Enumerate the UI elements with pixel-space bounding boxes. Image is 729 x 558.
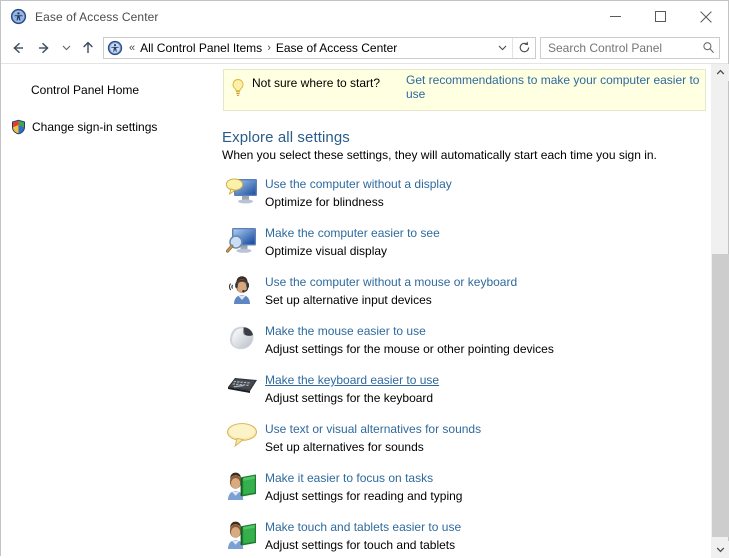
list-item[interactable]: Use the computer without a mouse or keyb… — [219, 272, 710, 321]
banner-recommendation-link[interactable]: Get recommendations to make your compute… — [406, 73, 710, 101]
list-item-title[interactable]: Make the computer easier to see — [265, 225, 440, 241]
window-controls — [593, 1, 728, 32]
address-bar[interactable]: « All Control Panel Items › Ease of Acce… — [103, 37, 536, 59]
sidebar-item-change-sign-in-settings[interactable]: Change sign-in settings — [1, 116, 219, 138]
window-title: Ease of Access Center — [35, 10, 159, 24]
list-item[interactable]: Make the keyboard easier to use Adjust s… — [219, 370, 710, 419]
person-headset-icon — [219, 272, 265, 306]
recommendation-banner: Not sure where to start? Get recommendat… — [223, 69, 706, 111]
keyboard-icon — [219, 370, 265, 398]
scrollbar-thumb[interactable] — [712, 254, 729, 537]
list-item-subtitle: Set up alternatives for sounds — [265, 439, 481, 456]
search-input[interactable] — [541, 41, 697, 55]
navigation-bar: « All Control Panel Items › Ease of Acce… — [1, 32, 728, 63]
monitor-magnifier-icon — [219, 223, 265, 257]
list-item[interactable]: Make the mouse easier to use Adjust sett… — [219, 321, 710, 370]
list-item-title[interactable]: Make the mouse easier to use — [265, 323, 426, 339]
page-title: Explore all settings — [222, 129, 710, 146]
title-bar: Ease of Access Center — [1, 1, 728, 32]
list-item-subtitle: Set up alternative input devices — [265, 292, 517, 309]
scroll-up-button[interactable] — [712, 64, 729, 81]
breadcrumb-ease-of-access-center[interactable]: Ease of Access Center — [273, 38, 400, 58]
list-item-subtitle: Optimize visual display — [265, 243, 440, 260]
speech-bubble-icon — [219, 419, 265, 449]
breadcrumb-overflow[interactable]: « — [127, 42, 137, 54]
monitor-speech-icon — [219, 174, 265, 208]
breadcrumb-separator: › — [265, 42, 273, 54]
banner-prompt: Not sure where to start? — [252, 72, 380, 90]
sidebar-item-label[interactable]: Change sign-in settings — [32, 120, 157, 134]
person-book-icon — [219, 517, 265, 551]
uac-shield-icon — [11, 119, 26, 135]
list-item-title[interactable]: Use the computer without a display — [265, 176, 452, 192]
list-item-title[interactable]: Make it easier to focus on tasks — [265, 470, 433, 486]
list-item-title[interactable]: Make touch and tablets easier to use — [265, 519, 461, 535]
list-item[interactable]: Make touch and tablets easier to use Adj… — [219, 517, 710, 557]
list-item-subtitle: Optimize for blindness — [265, 194, 452, 211]
ease-of-access-icon — [10, 8, 27, 25]
close-button[interactable] — [683, 1, 728, 32]
main-panel: Not sure where to start? Get recommendat… — [219, 64, 710, 557]
list-item-subtitle: Adjust settings for the mouse or other p… — [265, 341, 554, 358]
explorer-window: Ease of Access Center — [0, 0, 729, 556]
list-item-subtitle: Adjust settings for the keyboard — [265, 390, 439, 407]
scrollbar-track[interactable] — [712, 81, 729, 541]
chevron-down-icon[interactable] — [492, 38, 512, 58]
list-item-subtitle: Adjust settings for touch and tablets — [265, 537, 461, 554]
mouse-icon — [219, 321, 265, 353]
list-item-title[interactable]: Use text or visual alternatives for soun… — [265, 421, 481, 437]
person-book-icon — [219, 468, 265, 502]
list-item[interactable]: Make the computer easier to see Optimize… — [219, 223, 710, 272]
refresh-icon[interactable] — [512, 38, 535, 58]
search-icon[interactable] — [697, 41, 719, 54]
settings-list: Use the computer without a display Optim… — [219, 174, 710, 557]
maximize-button[interactable] — [638, 1, 683, 32]
sidebar-item-label[interactable]: Control Panel Home — [31, 83, 139, 97]
lightbulb-icon — [230, 78, 246, 98]
recent-locations-button[interactable] — [57, 35, 75, 61]
page-subtitle: When you select these settings, they wil… — [222, 148, 710, 162]
forward-button[interactable] — [31, 35, 57, 61]
content-area: Control Panel Home Change sign-in settin… — [1, 63, 728, 557]
search-box[interactable] — [540, 37, 720, 59]
list-item-subtitle: Adjust settings for reading and typing — [265, 488, 462, 505]
sidebar: Control Panel Home Change sign-in settin… — [1, 64, 219, 557]
back-button[interactable] — [5, 35, 31, 61]
minimize-button[interactable] — [593, 1, 638, 32]
list-item-title[interactable]: Make the keyboard easier to use — [265, 372, 439, 388]
sidebar-item-control-panel-home[interactable]: Control Panel Home — [1, 79, 219, 101]
list-item[interactable]: Make it easier to focus on tasks Adjust … — [219, 468, 710, 517]
list-item[interactable]: Use the computer without a display Optim… — [219, 174, 710, 223]
list-item-title[interactable]: Use the computer without a mouse or keyb… — [265, 274, 517, 290]
list-item[interactable]: Use text or visual alternatives for soun… — [219, 419, 710, 468]
up-button[interactable] — [75, 35, 101, 61]
address-ease-of-access-icon — [107, 40, 123, 56]
scroll-down-button[interactable] — [712, 541, 729, 558]
breadcrumb-all-control-panel-items[interactable]: All Control Panel Items — [137, 38, 265, 58]
vertical-scrollbar[interactable] — [711, 64, 728, 558]
